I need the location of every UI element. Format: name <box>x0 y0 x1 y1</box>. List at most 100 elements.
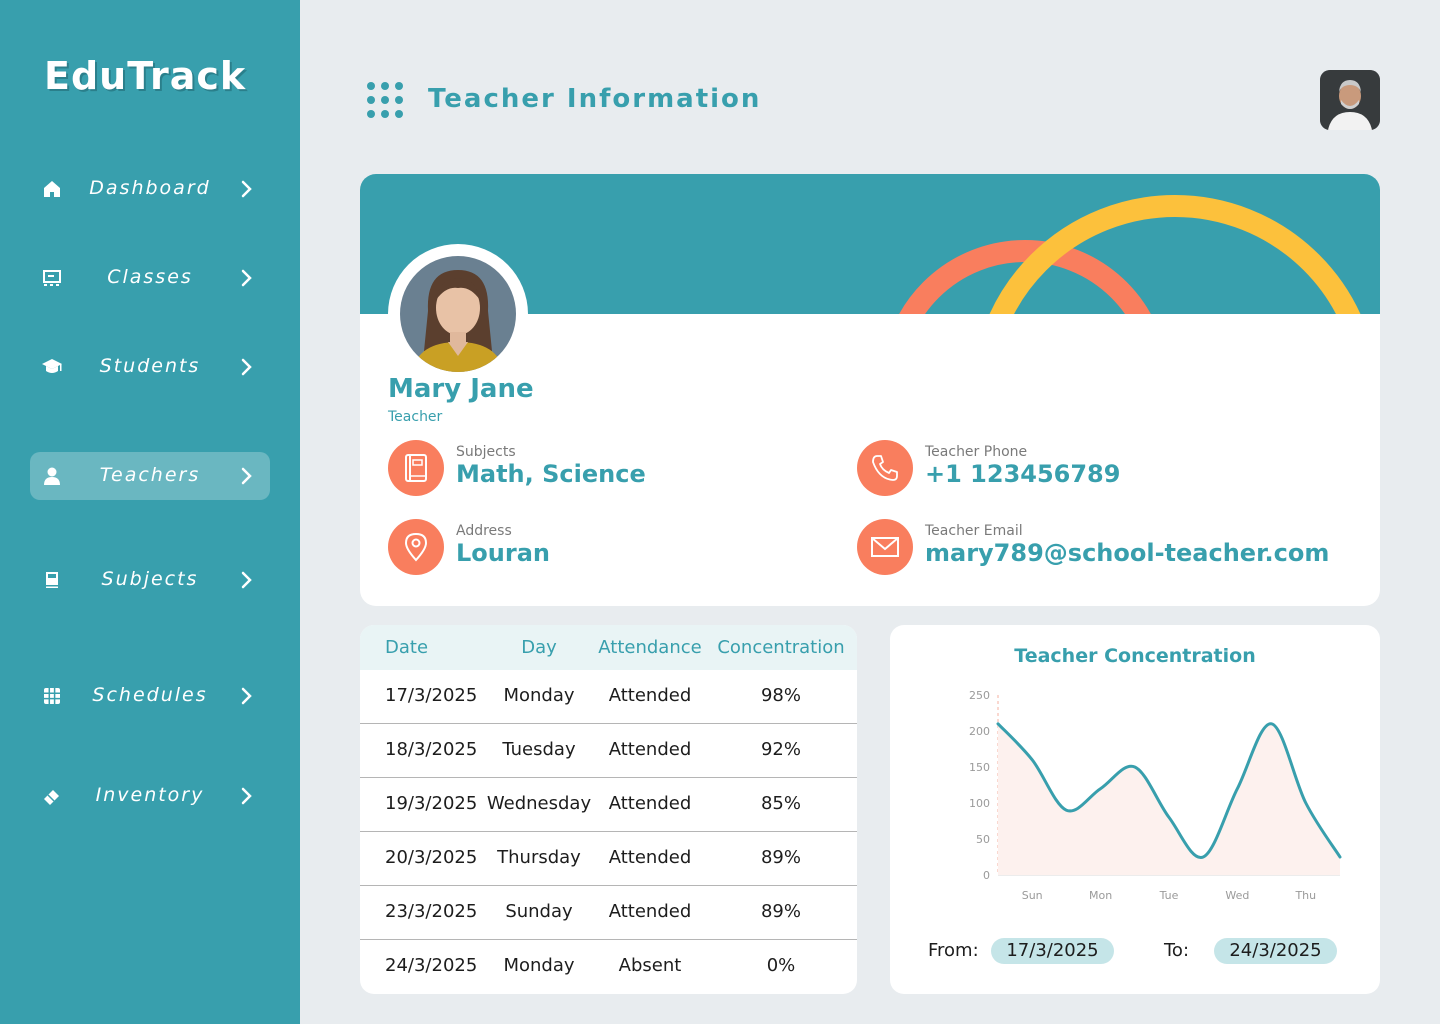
column-header-concentration[interactable]: Concentration <box>712 637 850 658</box>
cell-date: 24/3/2025 <box>385 955 478 976</box>
cell-concentration: 89% <box>760 901 801 922</box>
chevron-right-icon <box>241 467 252 485</box>
mail-icon <box>871 537 899 557</box>
classes-icon <box>43 270 61 286</box>
table-row[interactable]: 18/3/2025 Tuesday Attended 92% <box>360 724 857 778</box>
cell-date: 23/3/2025 <box>385 901 478 922</box>
table-row[interactable]: 20/3/2025 Thursday Attended 89% <box>360 832 857 886</box>
address-label: Address <box>456 523 512 539</box>
cell-attendance: Attended <box>608 739 692 760</box>
sidebar-item-label: Schedules <box>92 684 208 706</box>
table-row[interactable]: 19/3/2025 Wednesday Attended 85% <box>360 778 857 832</box>
y-tick-label: 200 <box>969 725 990 738</box>
app-logo: EduTrack <box>44 54 247 98</box>
from-label: From: <box>928 940 979 961</box>
cell-attendance: Attended <box>608 793 692 814</box>
address-value: Louran <box>456 539 550 567</box>
cell-attendance: Attended <box>608 901 692 922</box>
sidebar-item-subjects[interactable]: Subjects <box>30 556 270 604</box>
sidebar-item-inventory[interactable]: Inventory <box>30 772 270 820</box>
y-tick-label: 0 <box>983 869 990 882</box>
avatar-image <box>1320 70 1380 130</box>
teacher-name: Mary Jane <box>388 374 534 404</box>
book-icon <box>46 572 58 588</box>
sidebar-item-teachers[interactable]: Teachers <box>30 452 270 500</box>
chart-plot: 0 50 100 150 200 250 Sun Mon Tue Wed Thu <box>969 689 1342 902</box>
grid-icon <box>44 688 60 704</box>
table-row[interactable]: 23/3/2025 Sunday Attended 89% <box>360 886 857 940</box>
cell-date: 19/3/2025 <box>385 793 478 814</box>
info-email: Teacher Email mary789@school-teacher.com <box>857 519 1337 579</box>
table-row[interactable]: 17/3/2025 Monday Attended 98% <box>360 670 857 724</box>
cell-day: Monday <box>503 685 575 706</box>
x-tick-label: Mon <box>1089 889 1112 902</box>
y-tick-label: 50 <box>976 833 990 846</box>
chevron-right-icon <box>241 687 252 705</box>
apps-grid-icon[interactable] <box>366 82 406 118</box>
eraser-icon <box>44 790 59 805</box>
profile-card: Mary Jane Teacher Subjects Math, Science… <box>360 174 1380 606</box>
profile-photo <box>388 244 528 384</box>
subjects-label: Subjects <box>456 444 516 460</box>
phone-value[interactable]: +1 123456789 <box>925 460 1120 488</box>
x-tick-label: Wed <box>1225 889 1249 902</box>
person-icon <box>44 467 60 485</box>
from-date-pill[interactable]: 17/3/2025 <box>991 938 1114 964</box>
sidebar-item-label: Students <box>99 355 201 377</box>
sidebar: EduTrack Dashboard Classes Students Teac… <box>0 0 300 1024</box>
sidebar-item-students[interactable]: Students <box>30 343 270 391</box>
y-tick-label: 250 <box>969 689 990 702</box>
cell-concentration: 0% <box>766 955 796 976</box>
cell-day: Monday <box>503 955 575 976</box>
phone-icon <box>872 455 898 481</box>
table-row[interactable]: 24/3/2025 Monday Absent 0% <box>360 940 857 994</box>
chevron-right-icon <box>241 787 252 805</box>
cell-date: 20/3/2025 <box>385 847 478 868</box>
email-label: Teacher Email <box>925 523 1023 539</box>
sidebar-item-classes[interactable]: Classes <box>30 254 270 302</box>
cell-date: 17/3/2025 <box>385 685 478 706</box>
chevron-right-icon <box>241 269 252 287</box>
teacher-photo <box>400 256 516 372</box>
cell-date: 18/3/2025 <box>385 739 478 760</box>
email-value[interactable]: mary789@school-teacher.com <box>925 539 1329 567</box>
sidebar-item-label: Dashboard <box>89 177 211 199</box>
x-tick-label: Thu <box>1294 889 1316 902</box>
sidebar-item-dashboard[interactable]: Dashboard <box>30 165 270 213</box>
x-tick-label: Sun <box>1022 889 1043 902</box>
table-header: Date Day Attendance Concentration <box>360 625 857 670</box>
cell-attendance: Absent <box>618 955 682 976</box>
column-header-date[interactable]: Date <box>372 637 442 658</box>
phone-label: Teacher Phone <box>925 444 1028 460</box>
y-tick-label: 100 <box>969 797 990 810</box>
chevron-right-icon <box>241 358 252 376</box>
cell-attendance: Attended <box>608 847 692 868</box>
sidebar-item-label: Teachers <box>99 464 201 486</box>
cell-day: Sunday <box>505 901 573 922</box>
chart-title: Teacher Concentration <box>1014 645 1256 667</box>
cell-day: Wednesday <box>486 793 592 814</box>
attendance-table: Date Day Attendance Concentration 17/3/2… <box>360 625 857 994</box>
cell-concentration: 92% <box>760 739 801 760</box>
subjects-value: Math, Science <box>456 460 646 488</box>
chevron-right-icon <box>241 571 252 589</box>
sidebar-item-label: Classes <box>107 266 193 288</box>
user-avatar[interactable] <box>1320 70 1380 130</box>
book-icon <box>405 454 427 482</box>
sidebar-item-schedules[interactable]: Schedules <box>30 672 270 720</box>
column-header-day[interactable]: Day <box>486 637 592 658</box>
chevron-right-icon <box>241 180 252 198</box>
teacher-role: Teacher <box>388 409 443 425</box>
sidebar-item-label: Subjects <box>101 568 199 590</box>
info-address: Address Louran <box>388 519 868 579</box>
graduation-cap-icon <box>42 359 62 373</box>
cell-concentration: 98% <box>760 685 801 706</box>
to-label: To: <box>1164 940 1190 961</box>
location-pin-icon <box>404 532 428 562</box>
column-header-attendance[interactable]: Attendance <box>594 637 706 658</box>
sidebar-item-label: Inventory <box>95 784 205 806</box>
x-tick-label: Tue <box>1159 889 1179 902</box>
cell-concentration: 85% <box>760 793 801 814</box>
y-tick-label: 150 <box>969 761 990 774</box>
to-date-pill[interactable]: 24/3/2025 <box>1214 938 1337 964</box>
